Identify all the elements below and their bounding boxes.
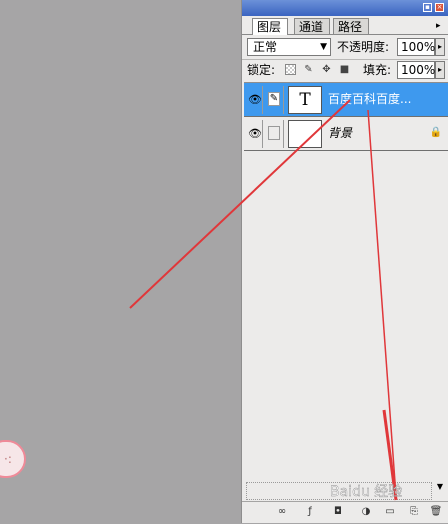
- layer-name[interactable]: 百度百科百度...: [328, 92, 411, 106]
- blend-mode-value: 正常: [253, 40, 278, 54]
- layers-panel: ▪ × 图层 通道 路径 ▸ 正常 ▼ 不透明度: 100% ▸ 锁定: ✎ ✥…: [241, 0, 448, 523]
- fill-label: 填充:: [363, 63, 392, 77]
- blend-row: 正常 ▼ 不透明度: 100% ▸: [247, 38, 447, 58]
- new-adjustment-icon[interactable]: ◑: [358, 505, 374, 519]
- eye-icon: 👁: [248, 93, 262, 106]
- blend-mode-select[interactable]: 正常 ▼: [247, 38, 331, 56]
- visibility-toggle[interactable]: 👁: [245, 120, 263, 148]
- layer-thumbnail: T: [288, 86, 322, 114]
- lock-all-icon[interactable]: ■: [339, 64, 350, 75]
- layer-thumbnail: [288, 120, 322, 148]
- layer-link-cell[interactable]: ✎: [264, 86, 284, 114]
- chevron-down-icon: ▼: [320, 42, 327, 52]
- tab-channels[interactable]: 通道: [294, 18, 331, 34]
- document-canvas[interactable]: [0, 0, 241, 523]
- visibility-toggle[interactable]: 👁: [245, 86, 263, 114]
- link-layers-icon[interactable]: ∞: [274, 505, 290, 519]
- panel-menu-icon[interactable]: ▸: [436, 21, 441, 31]
- close-icon[interactable]: ×: [435, 3, 444, 12]
- new-layer-icon[interactable]: ⎘: [406, 505, 422, 519]
- layer-list-empty-area: [246, 482, 432, 500]
- new-group-icon[interactable]: ▭: [382, 505, 398, 519]
- link-box: [268, 126, 280, 140]
- fill-slider-icon[interactable]: ▸: [435, 61, 445, 79]
- layer-list: 👁 ✎ T 百度百科百度... 👁 背景 🔒: [244, 82, 448, 481]
- layer-row-background[interactable]: 👁 背景 🔒: [244, 117, 448, 151]
- panel-titlebar[interactable]: ▪ ×: [242, 0, 448, 16]
- layer-row-text[interactable]: 👁 ✎ T 百度百科百度...: [244, 83, 448, 117]
- panel-bottom-toolbar: ∞ ƒ ◘ ◑ ▭ ⎘ 🗑: [242, 501, 448, 524]
- divider: [242, 59, 448, 60]
- layer-link-cell[interactable]: [264, 120, 284, 148]
- canvas-shape: [0, 440, 26, 478]
- lock-position-icon[interactable]: ✥: [321, 64, 332, 75]
- minimize-icon[interactable]: ▪: [423, 3, 432, 12]
- add-style-icon[interactable]: ƒ: [302, 505, 318, 519]
- panel-tabs: 图层 通道 路径 ▸: [250, 17, 446, 35]
- lock-row: 锁定: ✎ ✥ ■ 填充: 100% ▸: [247, 61, 447, 81]
- tab-layers[interactable]: 图层: [252, 18, 289, 35]
- lock-icon: 🔒: [429, 127, 442, 138]
- lock-transparent-icon[interactable]: [285, 64, 296, 75]
- opacity-input[interactable]: 100%: [397, 38, 435, 56]
- lock-label: 锁定:: [247, 63, 276, 77]
- opacity-label: 不透明度:: [337, 40, 390, 54]
- scroll-down-icon[interactable]: ▼: [434, 482, 446, 500]
- eye-icon: 👁: [248, 127, 262, 140]
- delete-layer-icon[interactable]: 🗑: [428, 505, 444, 519]
- layer-name[interactable]: 背景: [328, 126, 352, 140]
- lock-image-icon[interactable]: ✎: [303, 64, 314, 75]
- opacity-slider-icon[interactable]: ▸: [435, 38, 445, 56]
- fill-input[interactable]: 100%: [397, 61, 435, 79]
- brush-icon: ✎: [268, 92, 280, 106]
- add-mask-icon[interactable]: ◘: [330, 505, 346, 519]
- tab-paths[interactable]: 路径: [333, 18, 370, 34]
